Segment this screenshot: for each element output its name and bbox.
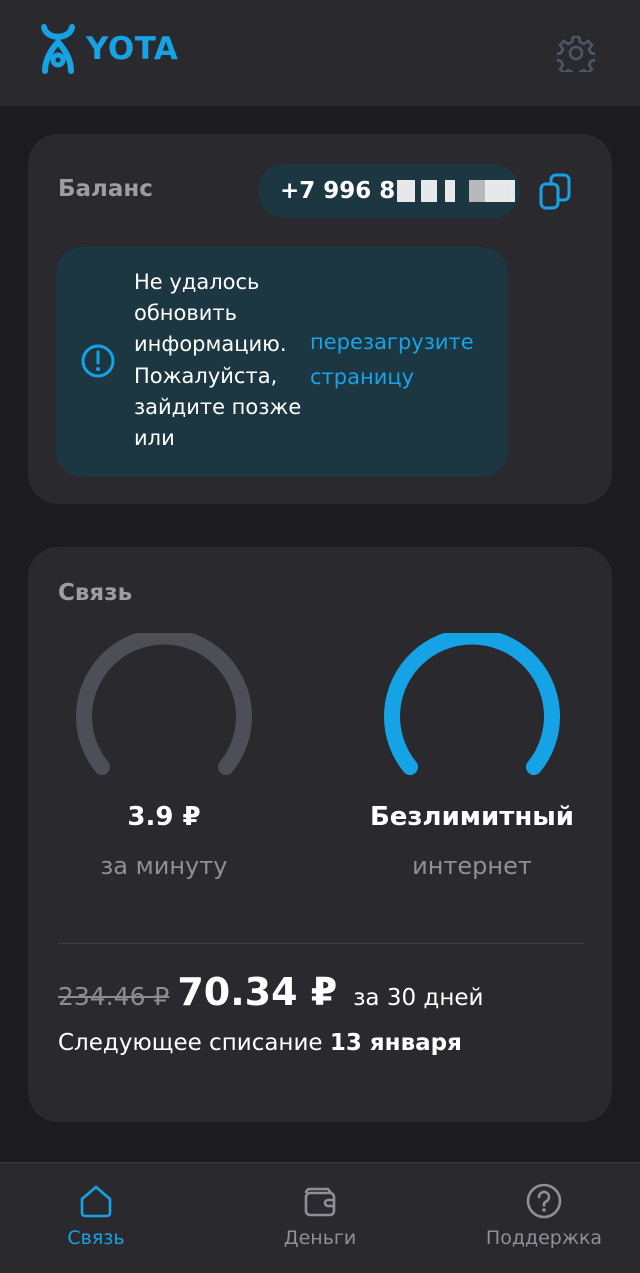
next-charge: Следующее списание 13 января [58, 1030, 462, 1056]
balance-card: Баланс +7 996 8 Не удалось обновить инфо… [28, 134, 612, 504]
balance-title: Баланс [58, 176, 153, 202]
home-icon [80, 1185, 112, 1218]
nav-item-podderzhka[interactable]: Поддержка [464, 1181, 624, 1249]
app-header: YOTA [0, 0, 640, 106]
internet-label: интернет [412, 852, 532, 880]
wallet-icon [304, 1187, 336, 1217]
nav-item-dengi[interactable]: Деньги [240, 1181, 400, 1249]
yota-logo: YOTA [40, 24, 178, 74]
reload-page-link[interactable]: перезагрузите страницу [310, 325, 500, 395]
old-price: 234.46 ₽ [58, 982, 170, 1011]
help-circle-icon [526, 1183, 562, 1219]
brand-name: YOTA [86, 31, 179, 67]
phone-number-redaction [397, 180, 516, 202]
minutes-label: за минуту [100, 852, 228, 880]
nav-item-svyaz[interactable]: Связь [16, 1181, 176, 1249]
minutes-price: 3.9 ₽ [127, 802, 201, 832]
minutes-gauge [76, 633, 252, 775]
communication-card: Связь 3.9 ₽ за минуту Безлимитный интерн… [28, 547, 612, 1122]
nav-label-dengi: Деньги [283, 1227, 357, 1249]
error-alert: Не удалось обновить информацию. Пожалуйс… [56, 247, 508, 477]
price-row: 234.46 ₽ 70.34 ₽ за 30 дней [58, 970, 483, 1014]
exclamation-circle-icon [81, 344, 115, 378]
phone-number: +7 996 8 [280, 178, 396, 204]
alert-message: Не удалось обновить информацию. Пожалуйс… [134, 270, 302, 451]
yota-logo-icon [41, 24, 75, 74]
copy-icon[interactable] [538, 172, 574, 212]
internet-gauge [384, 633, 560, 775]
internet-value: Безлимитный [369, 802, 575, 832]
next-charge-date: 13 января [329, 1030, 462, 1056]
nav-label-svyaz: Связь [67, 1227, 125, 1249]
nav-label-podderzhka: Поддержка [485, 1227, 603, 1249]
phone-number-pill[interactable]: +7 996 8 [258, 164, 520, 218]
communication-title: Связь [58, 580, 133, 606]
next-charge-label: Следующее списание [58, 1030, 323, 1056]
new-price: 70.34 ₽ [177, 970, 338, 1014]
divider [58, 943, 584, 944]
gear-icon[interactable] [557, 34, 595, 72]
bottom-navigation: Связь Деньги Поддержка [0, 1162, 640, 1273]
price-period: за 30 дней [353, 985, 484, 1011]
